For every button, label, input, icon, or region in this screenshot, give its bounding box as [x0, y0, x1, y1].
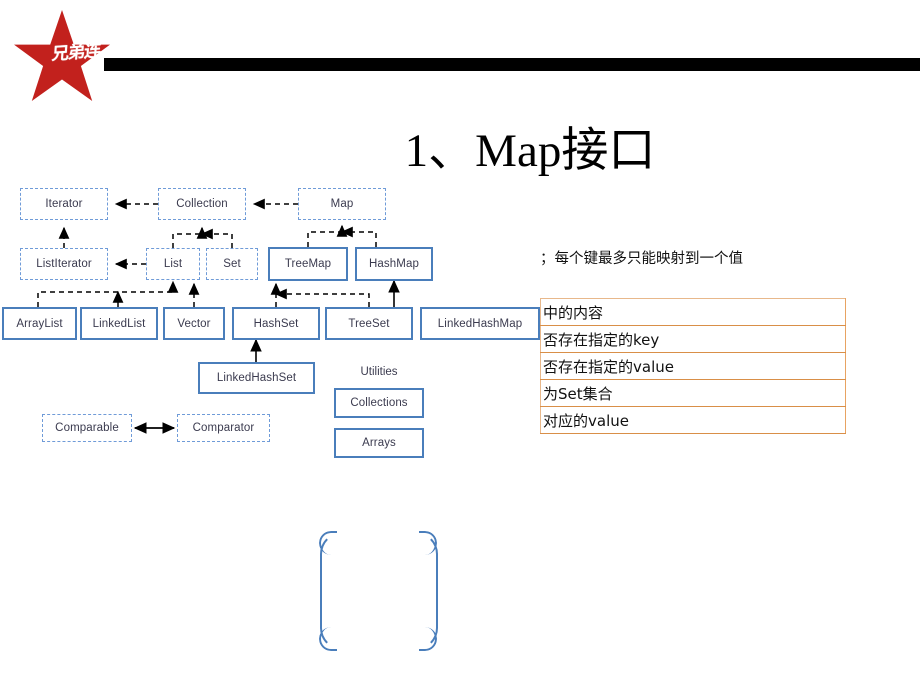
utilities-group: [320, 532, 438, 650]
diagram-node-treemap[interactable]: TreeMap: [268, 247, 348, 281]
diagram-node-map[interactable]: Map: [298, 188, 386, 220]
diagram-node-list[interactable]: List: [146, 248, 200, 280]
table-cell: 为Set集合: [540, 379, 846, 407]
diagram-node-linkedhashset[interactable]: LinkedHashSet: [198, 362, 315, 394]
table-cell: 否存在指定的key: [540, 325, 846, 353]
diagram-node-hashmap[interactable]: HashMap: [355, 247, 433, 281]
diagram-node-collections[interactable]: Collections: [334, 388, 424, 418]
diagram-node-linkedlist[interactable]: LinkedList: [80, 307, 158, 340]
diagram-node-vector[interactable]: Vector: [163, 307, 225, 340]
table-cell: 否存在指定的value: [540, 352, 846, 380]
collections-hierarchy-diagram: Iterator Collection Map ListIterator Lis…: [0, 180, 545, 650]
diagram-node-linkedhashmap[interactable]: LinkedHashMap: [420, 307, 540, 340]
table-row: 为Set集合: [540, 379, 846, 407]
diagram-node-hashset[interactable]: HashSet: [232, 307, 320, 340]
diagram-node-treeset[interactable]: TreeSet: [325, 307, 413, 340]
diagram-node-arrays[interactable]: Arrays: [334, 428, 424, 458]
table-cell: 对应的value: [540, 406, 846, 434]
table-row: 否存在指定的value: [540, 352, 846, 380]
utilities-label: Utilities: [360, 366, 398, 378]
table-row: 对应的value: [540, 406, 846, 434]
diagram-node-collection[interactable]: Collection: [158, 188, 246, 220]
map-note-text: ；每个键最多只能映射到一个值: [540, 251, 743, 267]
diagram-node-arraylist[interactable]: ArrayList: [2, 307, 77, 340]
table-row: 否存在指定的key: [540, 325, 846, 353]
diagram-node-iterator[interactable]: Iterator: [20, 188, 108, 220]
diagram-node-set[interactable]: Set: [206, 248, 258, 280]
header-rule: [104, 58, 920, 71]
diagram-node-listiterator[interactable]: ListIterator: [20, 248, 108, 280]
page-title: 1、Map接口: [404, 125, 656, 177]
table-row: 中的内容: [540, 298, 846, 326]
slide-header: 兄弟连: [0, 0, 920, 110]
diagram-node-comparable[interactable]: Comparable: [42, 414, 132, 442]
red-star-logo: [14, 10, 110, 101]
map-methods-table: 中的内容 否存在指定的key 否存在指定的value 为Set集合 对应的val…: [540, 298, 846, 434]
table-cell: 中的内容: [540, 298, 846, 326]
diagram-node-comparator[interactable]: Comparator: [177, 414, 270, 442]
